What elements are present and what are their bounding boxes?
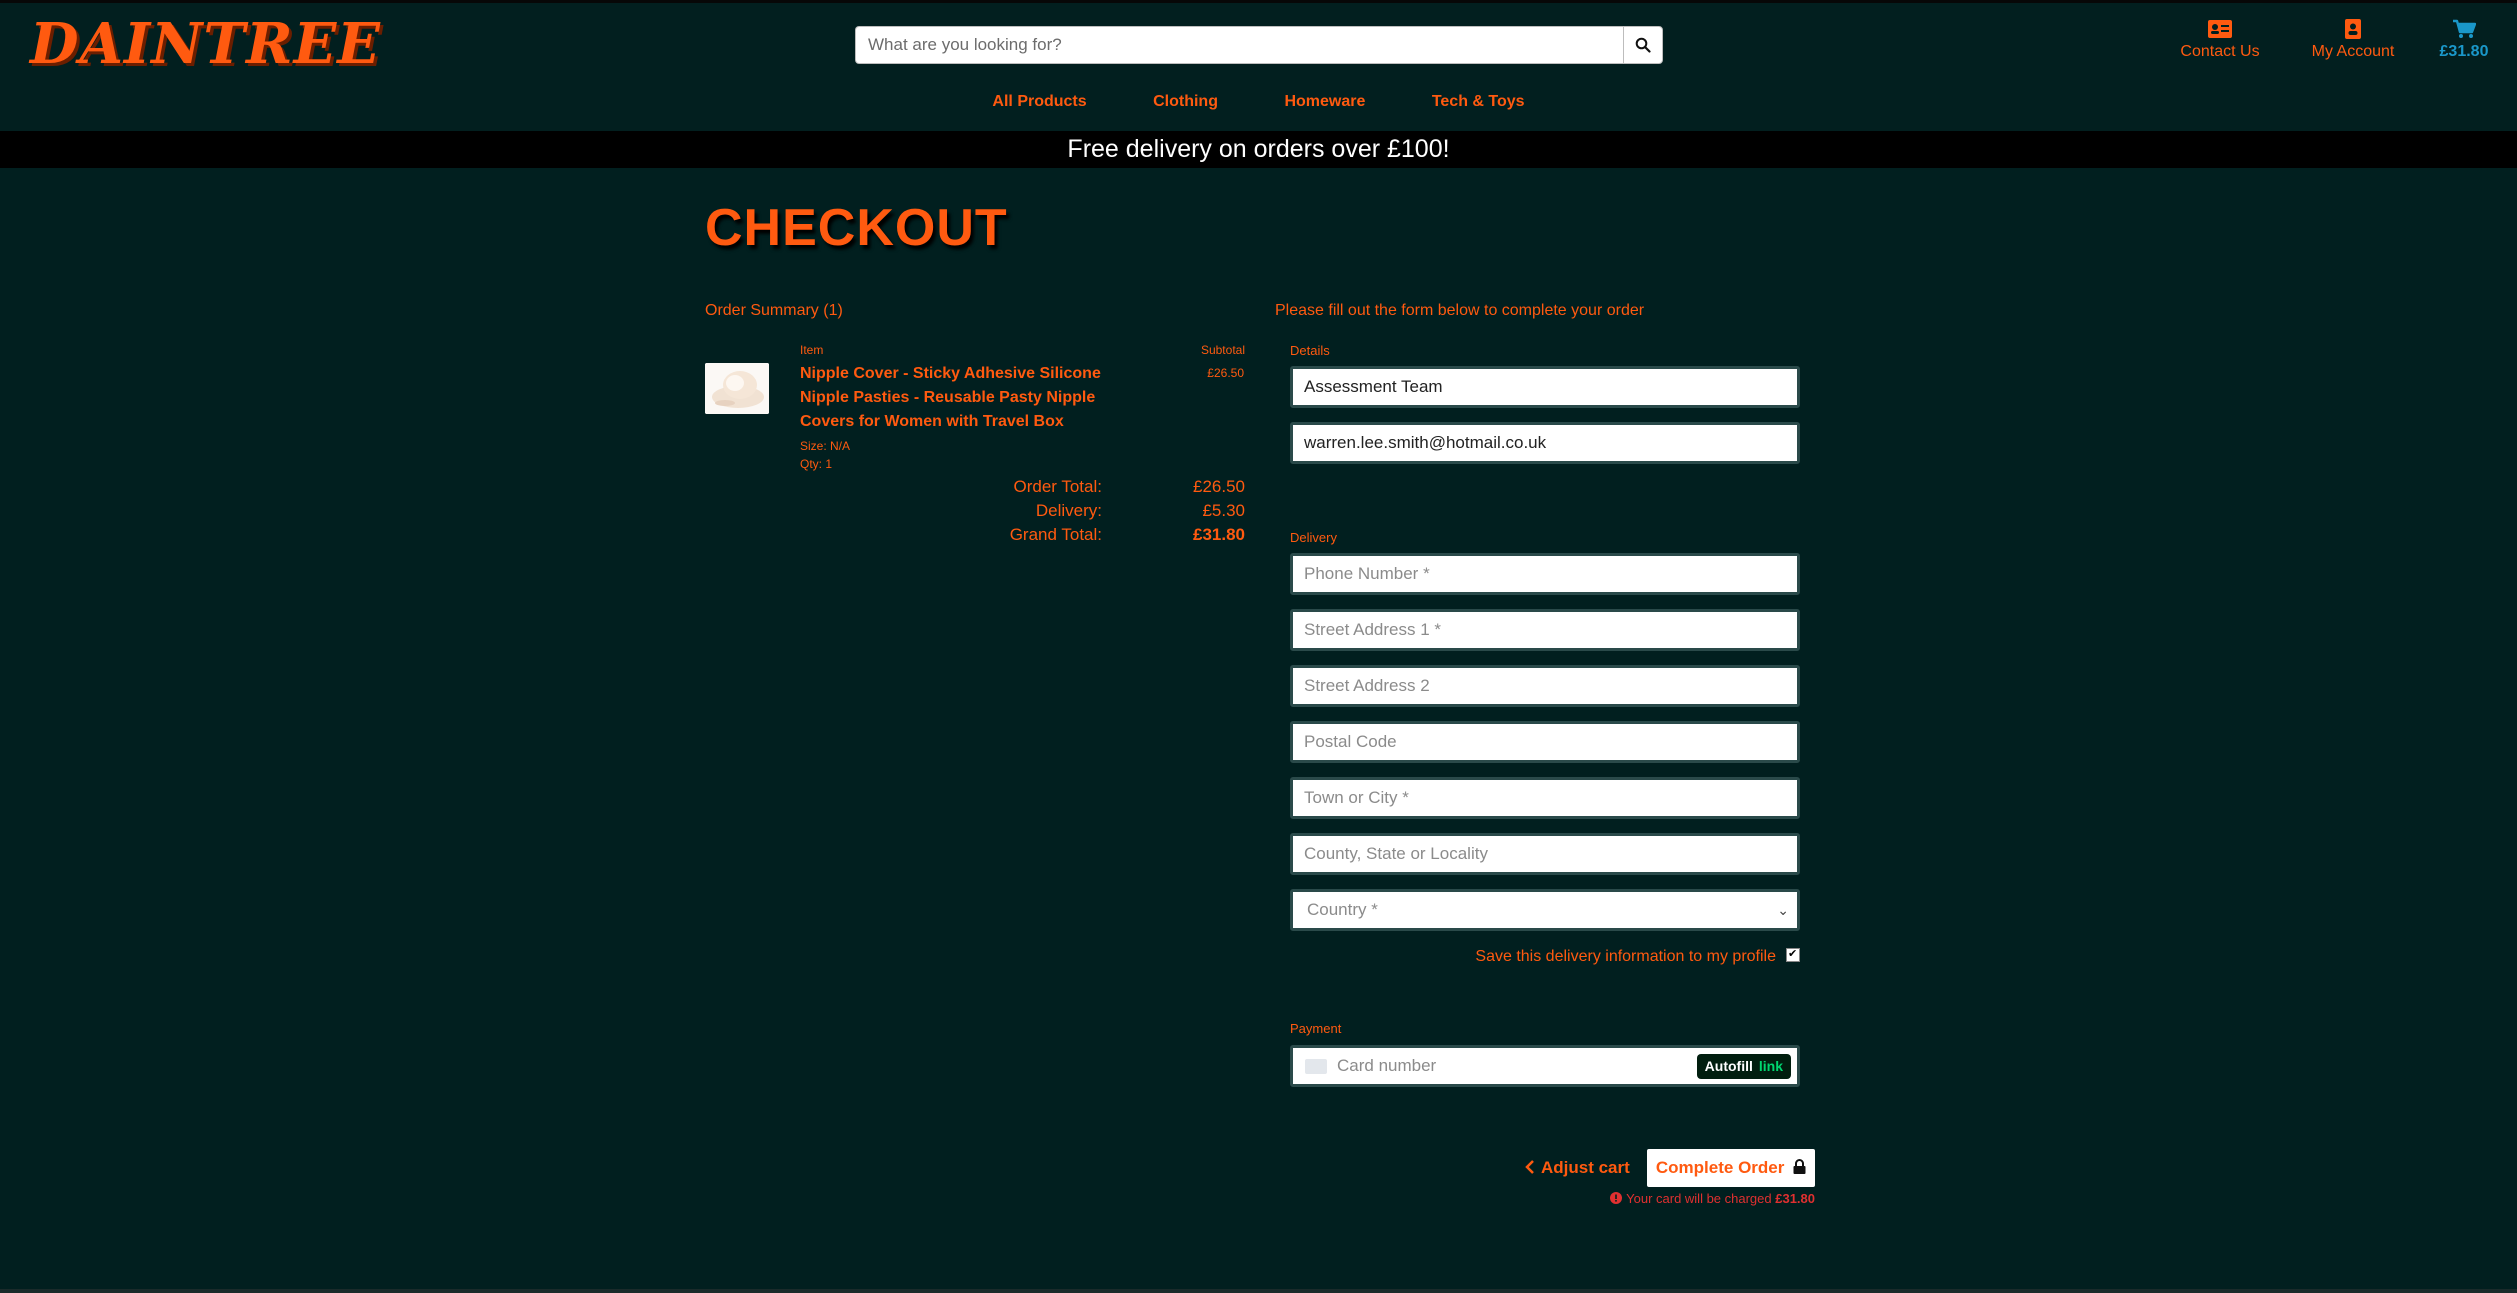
autofill-link-button[interactable]: Autofill link — [1696, 1054, 1791, 1079]
search-button[interactable] — [1623, 26, 1663, 64]
contact-us-label: Contact Us — [2180, 43, 2260, 60]
card-icon — [1305, 1059, 1327, 1074]
phone-field[interactable] — [1290, 553, 1800, 595]
cart-link[interactable]: £31.80 — [2432, 19, 2496, 61]
complete-order-button[interactable]: Complete Order — [1647, 1149, 1815, 1187]
link-brand-label: link — [1758, 1058, 1783, 1074]
grand-total-label: Grand Total: — [1009, 525, 1102, 544]
town-city-field[interactable] — [1290, 777, 1800, 819]
product-subtotal: £26.50 — [1207, 366, 1244, 380]
promo-banner: Free delivery on orders over £100! — [0, 131, 2517, 168]
payment-section-label: Payment — [1290, 1021, 1342, 1036]
nav-all-products[interactable]: All Products — [992, 93, 1086, 110]
country-select[interactable]: Country * ⌄ — [1290, 889, 1800, 931]
my-account-link[interactable]: My Account — [2308, 19, 2398, 61]
product-thumbnail[interactable] — [705, 363, 769, 414]
item-column-header: Item — [800, 343, 824, 357]
main-nav: All Products Clothing Homeware Tech & To… — [0, 93, 2517, 111]
search-bar — [855, 26, 1663, 64]
autofill-label: Autofill — [1704, 1058, 1753, 1074]
street-address-2-field[interactable] — [1290, 665, 1800, 707]
save-delivery-label[interactable]: Save this delivery information to my pro… — [1475, 948, 1776, 965]
site-header: DAINTREE Contact Us My Account — [0, 3, 2517, 131]
search-input[interactable] — [855, 26, 1623, 64]
save-delivery-checkbox[interactable] — [1786, 947, 1800, 962]
account-icon — [2345, 19, 2361, 39]
page-title: CHECKOUT — [705, 199, 1008, 257]
order-summary-title: Order Summary (1) — [705, 302, 843, 319]
street-address-1-field[interactable] — [1290, 609, 1800, 651]
nav-tech-toys[interactable]: Tech & Toys — [1432, 93, 1525, 110]
save-delivery-row: Save this delivery information to my pro… — [1470, 947, 1800, 966]
card-number-placeholder: Card number — [1337, 1056, 1437, 1075]
order-total-value: £26.50 — [1193, 477, 1245, 496]
subtotal-column-header: Subtotal — [1200, 343, 1245, 357]
delivery-section-label: Delivery — [1290, 530, 1337, 545]
chevron-down-icon: ⌄ — [1777, 902, 1789, 918]
nav-homeware[interactable]: Homeware — [1284, 93, 1365, 110]
adjust-cart-link[interactable]: Adjust cart — [1525, 1158, 1630, 1178]
order-total-label: Order Total: — [1013, 477, 1102, 496]
full-name-field[interactable] — [1290, 366, 1800, 408]
grand-total-value: £31.80 — [1193, 525, 1245, 544]
charge-notice: Your card will be charged £31.80 — [1610, 1191, 1815, 1206]
lock-icon — [1793, 1159, 1806, 1174]
card-number-field[interactable]: Card number Autofill link — [1290, 1045, 1800, 1087]
adjust-cart-label: Adjust cart — [1541, 1158, 1630, 1177]
charge-amount: £31.80 — [1775, 1191, 1815, 1206]
product-name[interactable]: Nipple Cover - Sticky Adhesive Silicone … — [800, 362, 1110, 434]
contact-us-link[interactable]: Contact Us — [2180, 19, 2260, 61]
nav-clothing[interactable]: Clothing — [1153, 93, 1218, 110]
contact-card-icon — [2208, 20, 2232, 38]
brand-logo[interactable]: DAINTREE — [30, 11, 381, 77]
footer-border — [0, 1289, 2517, 1293]
charge-notice-text: Your card will be charged — [1626, 1191, 1776, 1206]
email-field[interactable] — [1290, 422, 1800, 464]
details-section-label: Details — [1290, 343, 1330, 358]
cart-icon — [2453, 19, 2476, 38]
country-select-value: Country * — [1307, 900, 1378, 919]
my-account-label: My Account — [2311, 43, 2395, 60]
cart-total: £31.80 — [2439, 43, 2489, 60]
chevron-left-icon — [1525, 1160, 1534, 1174]
delivery-label: Delivery: — [1035, 501, 1102, 520]
postal-code-field[interactable] — [1290, 721, 1800, 763]
product-size: Size: N/A — [800, 439, 851, 453]
county-field[interactable] — [1290, 833, 1800, 875]
warning-icon — [1610, 1192, 1623, 1204]
delivery-value: £5.30 — [1202, 501, 1245, 520]
product-qty: Qty: 1 — [800, 457, 833, 471]
form-intro: Please fill out the form below to comple… — [1275, 302, 1645, 319]
search-icon — [1635, 37, 1651, 53]
complete-order-label: Complete Order — [1655, 1158, 1785, 1177]
